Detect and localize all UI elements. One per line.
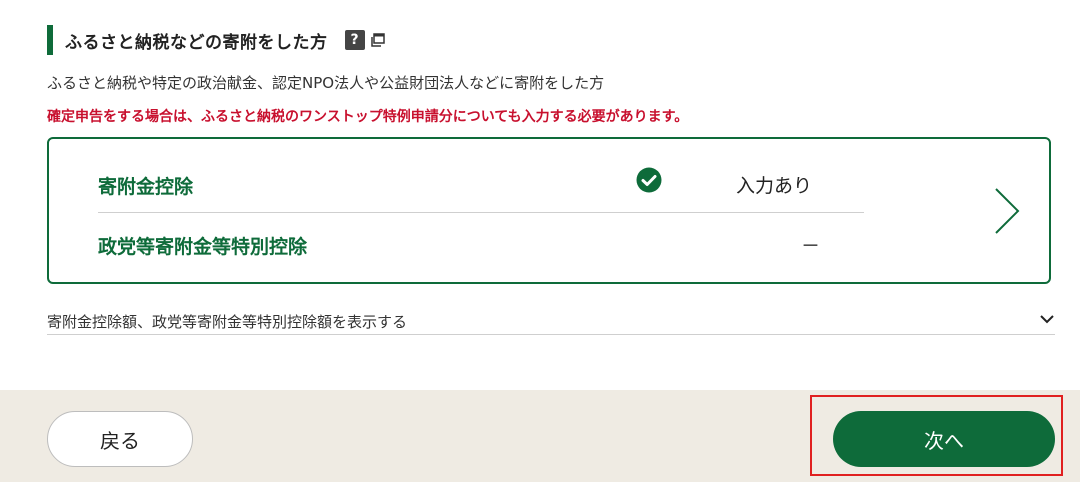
show-deduction-amounts-label: 寄附金控除額、政党等寄附金等特別控除額を表示する [47,313,408,331]
card-divider [98,212,864,213]
next-button[interactable]: 次へ [833,411,1055,467]
warning-text: 確定申告をする場合は、ふるさと納税のワンストップ特例申請分についても入力する必要… [47,109,689,125]
section-header: ふるさと納税などの寄附をした方 ? [47,25,385,55]
deduction-summary-card[interactable]: 寄附金控除 入力あり 政党等寄附金等特別控除 － [47,137,1051,284]
footer-bar: 戻る 次へ [0,390,1080,482]
show-deduction-amounts-toggle[interactable]: 寄附金控除額、政党等寄附金等特別控除額を表示する [47,307,1055,335]
help-icon[interactable]: ? [344,30,365,50]
section-title: ふるさと納税などの寄附をした方 [65,32,328,53]
section-description: ふるさと納税や特定の政治献金、認定NPO法人や公益財団法人などに寄附をした方 [47,74,605,92]
chevron-down-icon [1040,315,1054,324]
political-donation-deduction-status: － [801,235,821,257]
chevron-right-icon[interactable] [994,187,1020,235]
open-window-icon[interactable] [370,33,385,47]
check-circle-icon [636,167,662,193]
donation-deduction-label: 寄附金控除 [98,176,194,198]
back-button[interactable]: 戻る [47,411,193,467]
donation-deduction-status: 入力あり [736,175,813,197]
section-accent-bar [47,25,53,55]
political-donation-deduction-label: 政党等寄附金等特別控除 [98,236,308,258]
